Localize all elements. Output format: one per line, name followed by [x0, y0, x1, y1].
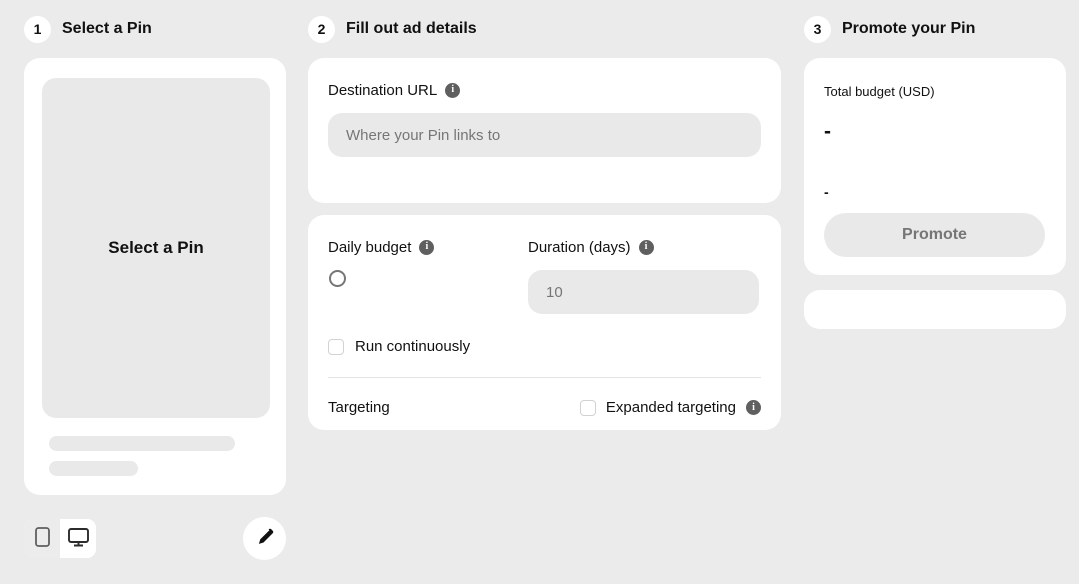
duration-label: Duration (days): [528, 239, 631, 256]
total-budget-card: Total budget (USD) - - Promote: [804, 58, 1066, 275]
mobile-preview-button[interactable]: [24, 519, 60, 558]
pin-placeholder[interactable]: Select a Pin: [42, 78, 270, 418]
step-header-promote: 3 Promote your Pin: [804, 15, 975, 43]
section-divider: [328, 377, 761, 378]
secondary-info-card: [804, 290, 1066, 329]
ad-details-card: Daily budget i Duration (days) i Run con…: [308, 215, 781, 430]
skeleton-bar-title: [49, 436, 235, 451]
destination-url-label: Destination URL: [328, 82, 437, 99]
mobile-phone-icon: [35, 527, 50, 550]
loading-spinner-icon: [329, 270, 346, 287]
desktop-monitor-icon: [68, 528, 89, 550]
daily-budget-field: Daily budget i: [328, 237, 528, 314]
promote-pin-page: 1 Select a Pin 2 Fill out ad details 3 P…: [0, 0, 1079, 584]
targeting-row: Targeting Expanded targeting i: [328, 399, 761, 416]
step-number-badge: 1: [24, 16, 51, 43]
run-continuously-checkbox[interactable]: [328, 339, 344, 355]
info-icon[interactable]: i: [639, 240, 654, 255]
desktop-preview-button[interactable]: [60, 519, 96, 558]
daily-budget-label: Daily budget: [328, 239, 411, 256]
edit-pin-button[interactable]: [243, 517, 286, 560]
run-continuously-label: Run continuously: [355, 338, 470, 355]
step-header-ad-details: 2 Fill out ad details: [308, 15, 477, 43]
skeleton-bar-subtitle: [49, 461, 138, 476]
total-budget-subvalue: -: [824, 185, 1046, 199]
promote-button[interactable]: Promote: [824, 213, 1045, 257]
info-icon[interactable]: i: [445, 83, 460, 98]
expanded-targeting-checkbox[interactable]: [580, 400, 596, 416]
step-title: Promote your Pin: [842, 20, 975, 38]
duration-field: Duration (days) i: [528, 237, 761, 314]
daily-budget-label-row: Daily budget i: [328, 237, 528, 257]
targeting-label: Targeting: [328, 399, 390, 416]
total-budget-amount: -: [824, 121, 1046, 142]
run-continuously-row[interactable]: Run continuously: [328, 338, 761, 355]
step-title: Select a Pin: [62, 20, 152, 38]
destination-url-input[interactable]: [328, 113, 761, 157]
expanded-targeting-group[interactable]: Expanded targeting i: [580, 399, 761, 416]
total-budget-label: Total budget (USD): [824, 84, 1046, 99]
info-icon[interactable]: i: [419, 240, 434, 255]
expanded-targeting-label: Expanded targeting: [606, 399, 736, 416]
device-preview-toggle[interactable]: [24, 519, 96, 558]
step-number-badge: 2: [308, 16, 335, 43]
pin-preview-card: Select a Pin: [24, 58, 286, 495]
budget-duration-row: Daily budget i Duration (days) i: [328, 237, 761, 314]
destination-url-card: Destination URL i: [308, 58, 781, 203]
duration-label-row: Duration (days) i: [528, 237, 761, 257]
info-icon[interactable]: i: [746, 400, 761, 415]
pin-placeholder-label: Select a Pin: [108, 238, 203, 258]
destination-url-label-row: Destination URL i: [328, 80, 761, 100]
step-title: Fill out ad details: [346, 20, 477, 38]
pencil-edit-icon: [255, 528, 274, 550]
step-header-select-pin: 1 Select a Pin: [24, 15, 152, 43]
step-number-badge: 3: [804, 16, 831, 43]
duration-input[interactable]: [528, 270, 759, 314]
